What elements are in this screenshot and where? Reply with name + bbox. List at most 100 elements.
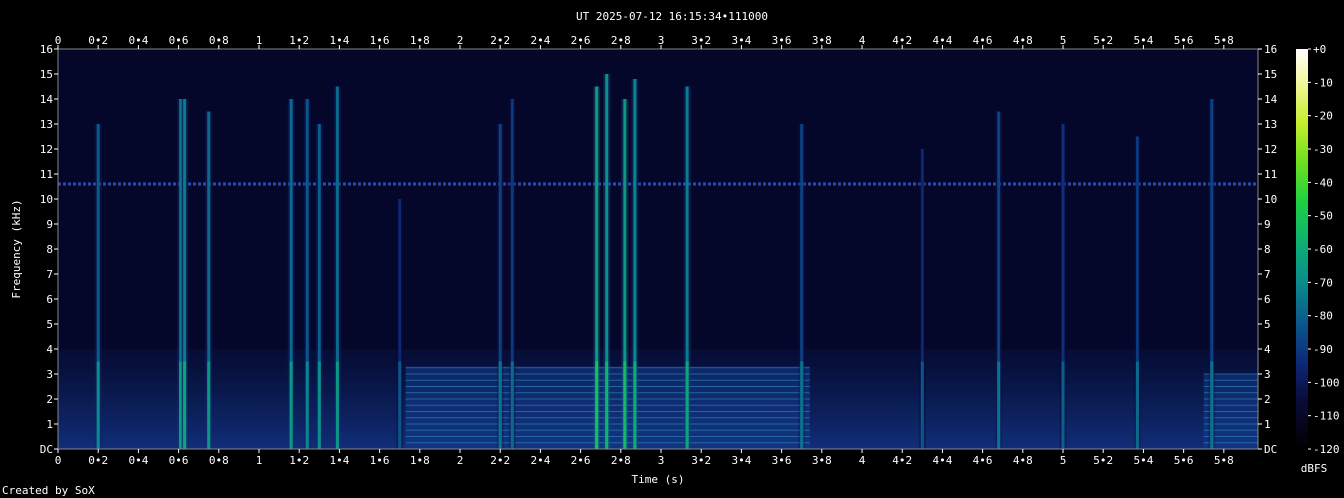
x-tick-label-top: 4 (859, 34, 866, 47)
y-tick-label-right: 2 (1264, 393, 1271, 406)
y-tick-label: 5 (46, 318, 53, 331)
x-tick-label-top: 0•8 (209, 34, 229, 47)
x-tick-label-top: 2•6 (571, 34, 591, 47)
colorbar-tick-label: -80 (1313, 310, 1333, 323)
colorbar-tick-label: -10 (1313, 76, 1333, 89)
y-tick-label: 13 (40, 118, 53, 131)
y-tick-label: 15 (40, 68, 53, 81)
y-tick-label: DC (40, 443, 53, 456)
y-tick-label-right: 14 (1264, 93, 1278, 106)
y-tick-label-right: 3 (1264, 368, 1271, 381)
x-tick-label: 1 (256, 454, 263, 467)
x-tick-label: 1•6 (370, 454, 390, 467)
x-tick-label: 3•8 (812, 454, 832, 467)
y-tick-label: 2 (46, 393, 53, 406)
x-tick-label-top: 3•6 (772, 34, 792, 47)
x-tick-label-top: 1•6 (370, 34, 390, 47)
x-axis-top: 0 0•2 0•4 0•6 0•8 1 1•2 1•4 1•6 1•8 2 2•2 2•4 2•6 2•8 3… (55, 34, 1234, 49)
y-tick-label-right: 13 (1264, 118, 1277, 131)
colorbar-tick-label: -60 (1313, 243, 1333, 256)
x-tick-label: 0•2 (88, 454, 108, 467)
x-tick-label: 4•2 (892, 454, 912, 467)
y-tick-label-right: 15 (1264, 68, 1277, 81)
y-axis-right: DC12345678910111213141516 (1258, 43, 1278, 456)
x-tick-label: 0 (55, 454, 62, 467)
x-tick-label: 2•6 (571, 454, 591, 467)
chart-title: UT 2025-07-12 16:15:34•111000 (576, 10, 768, 23)
x-tick-label: 5 (1060, 454, 1067, 467)
x-tick-label: 2•4 (530, 454, 550, 467)
x-tick-label: 2 (457, 454, 464, 467)
x-tick-label-top: 4•4 (932, 34, 952, 47)
y-tick-label-right: 1 (1264, 418, 1271, 431)
y-tick-label: 7 (46, 268, 53, 281)
y-tick-label: 1 (46, 418, 53, 431)
x-tick-label: 3•2 (691, 454, 711, 467)
x-tick-label-top: 0•4 (128, 34, 148, 47)
x-tick-label: 4•8 (1013, 454, 1033, 467)
colorbar-tick-label: -30 (1313, 143, 1333, 156)
x-tick-label: 3•4 (731, 454, 751, 467)
y-tick-label-right: 10 (1264, 193, 1277, 206)
x-tick-label-top: 0 (55, 34, 62, 47)
x-tick-label: 0•6 (169, 454, 189, 467)
x-tick-label: 4•6 (973, 454, 993, 467)
x-tick-label-top: 3•8 (812, 34, 832, 47)
y-tick-label-right: 9 (1264, 218, 1271, 231)
x-tick-label-top: 2 (457, 34, 464, 47)
y-axis-left: DC12345678910111213141516 (40, 43, 58, 456)
x-tick-label-top: 1•8 (410, 34, 430, 47)
colorbar-tick-label: -20 (1313, 110, 1333, 123)
x-tick-label: 4•4 (932, 454, 952, 467)
y-tick-label-right: 16 (1264, 43, 1277, 56)
y-tick-label: 6 (46, 293, 53, 306)
x-tick-label-top: 3 (658, 34, 665, 47)
colorbar-tick-label: -50 (1313, 210, 1333, 223)
colorbar-tick-label: -120 (1313, 443, 1340, 456)
x-tick-label: 4 (859, 454, 866, 467)
y-tick-label: 10 (40, 193, 53, 206)
x-tick-label-top: 5 (1060, 34, 1067, 47)
x-tick-label-top: 5•8 (1214, 34, 1234, 47)
x-tick-label: 1•4 (329, 454, 349, 467)
x-axis-label: Time (s) (632, 473, 685, 486)
x-tick-label: 3•6 (772, 454, 792, 467)
x-tick-label-top: 2•4 (530, 34, 550, 47)
y-tick-label: 4 (46, 343, 53, 356)
x-tick-label: 2•2 (490, 454, 510, 467)
x-tick-label: 0•4 (128, 454, 148, 467)
y-tick-label: 3 (46, 368, 53, 381)
x-axis-bottom: 0 0•2 0•4 0•6 0•8 1 1•2 1•4 1•6 1•8 2 2•2 2•4 2•6 2•8 3… (55, 449, 1234, 467)
x-tick-label: 1•2 (289, 454, 309, 467)
x-tick-label: 5•8 (1214, 454, 1234, 467)
x-tick-label-top: 5•4 (1133, 34, 1153, 47)
x-tick-label-top: 5•6 (1174, 34, 1194, 47)
x-tick-label: 5•4 (1133, 454, 1153, 467)
spectrogram-figure: UT 2025-07-12 16:15:34•111000 0 0•2 0•4 0•6… (10, 10, 1340, 486)
colorbar (1296, 49, 1308, 449)
x-tick-label-top: 4•8 (1013, 34, 1033, 47)
y-axis-label: Frequency (kHz) (10, 199, 23, 298)
x-tick-label-top: 2•2 (490, 34, 510, 47)
y-tick-label: 9 (46, 218, 53, 231)
x-tick-label: 1•8 (410, 454, 430, 467)
y-tick-label-right: 6 (1264, 293, 1271, 306)
y-tick-label-right: 8 (1264, 243, 1271, 256)
y-tick-label-right: 12 (1264, 143, 1277, 156)
y-tick-label: 8 (46, 243, 53, 256)
y-tick-label: 12 (40, 143, 53, 156)
y-tick-label: 16 (40, 43, 53, 56)
x-tick-label: 5•6 (1174, 454, 1194, 467)
x-tick-label: 5•2 (1093, 454, 1113, 467)
y-tick-label: 14 (40, 93, 54, 106)
colorbar-tick-label: -100 (1313, 376, 1340, 389)
y-tick-label-right: 11 (1264, 168, 1277, 181)
x-tick-label-top: 1•4 (329, 34, 349, 47)
y-tick-label-right: 4 (1264, 343, 1271, 356)
colorbar-tick-label: -90 (1313, 343, 1333, 356)
y-tick-label-right: 5 (1264, 318, 1271, 331)
colorbar-tick-label: +0 (1313, 43, 1326, 56)
x-tick-label: 0•8 (209, 454, 229, 467)
x-tick-label-top: 1 (256, 34, 263, 47)
x-tick-label-top: 3•2 (691, 34, 711, 47)
